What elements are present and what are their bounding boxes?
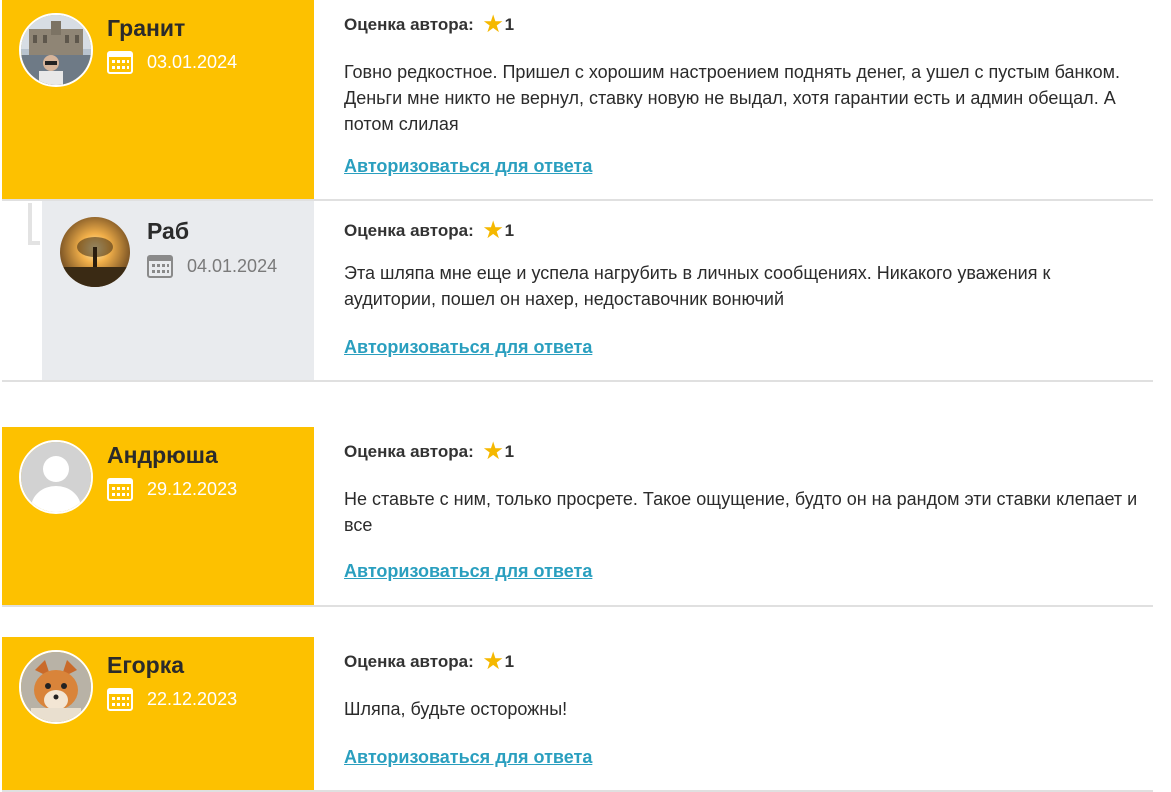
calendar-icon bbox=[107, 687, 133, 711]
author-name: Андрюша bbox=[107, 442, 218, 468]
comment-text: Эта шляпа мне еще и успела нагрубить в л… bbox=[344, 263, 1051, 309]
author-panel: Андрюша 29.12.2023 bbox=[2, 427, 314, 605]
avatar[interactable] bbox=[60, 217, 130, 287]
avatar[interactable] bbox=[19, 440, 93, 514]
comment-text: Шляпа, будьте осторожны! bbox=[344, 699, 568, 719]
author-name: Гранит bbox=[107, 15, 186, 41]
rating-value: 1 bbox=[504, 441, 515, 461]
rating-label: Оценка автора: bbox=[344, 441, 474, 461]
comment-text: Говно редкостное. Пришел с хорошим настр… bbox=[344, 62, 1120, 134]
avatar[interactable] bbox=[19, 650, 93, 724]
author-rating: Оценка автора: ★ 1 bbox=[344, 14, 514, 35]
login-to-reply-link[interactable]: Авторизоваться для ответа bbox=[344, 561, 592, 582]
star-icon: ★ bbox=[483, 440, 503, 463]
date-text: 04.01.2024 bbox=[187, 255, 278, 276]
date-text: 22.12.2023 bbox=[147, 688, 238, 709]
author-name: Егорка bbox=[107, 652, 185, 678]
author-panel: Егорка 22.12.2023 bbox=[2, 637, 314, 790]
comment-date: 04.01.2024 bbox=[147, 254, 277, 278]
rating-label: Оценка автора: bbox=[344, 651, 474, 671]
star-icon: ★ bbox=[483, 13, 503, 36]
author-panel: Гранит 03.01.2024 bbox=[2, 0, 314, 199]
rating-value: 1 bbox=[504, 14, 515, 34]
date-text: 29.12.2023 bbox=[147, 478, 238, 499]
rating-value: 1 bbox=[504, 651, 515, 671]
star-icon: ★ bbox=[483, 650, 503, 673]
comment: Егорка 22.12.2023 Оценка автора: ★ 1 Шля… bbox=[2, 637, 1153, 792]
star-icon: ★ bbox=[483, 219, 503, 242]
rating-label: Оценка автора: bbox=[344, 14, 474, 34]
comment: Андрюша 29.12.2023 Оценка автора: ★ 1 Не… bbox=[2, 427, 1153, 607]
comment-date: 03.01.2024 bbox=[107, 50, 237, 74]
comment-date: 29.12.2023 bbox=[107, 477, 237, 501]
author-panel: Раб 04.01.2024 bbox=[42, 201, 314, 380]
comment: Гранит 03.01.2024 Оценка автора: ★ 1 Гов… bbox=[2, 0, 1153, 201]
calendar-icon bbox=[107, 477, 133, 501]
author-rating: Оценка автора: ★ 1 bbox=[344, 220, 514, 241]
reply-comment: Раб 04.01.2024 Оценка автора: ★ 1 Эта шл… bbox=[2, 201, 1153, 382]
login-to-reply-link[interactable]: Авторизоваться для ответа bbox=[344, 156, 592, 177]
comment-date: 22.12.2023 bbox=[107, 687, 237, 711]
author-rating: Оценка автора: ★ 1 bbox=[344, 651, 514, 672]
date-text: 03.01.2024 bbox=[147, 51, 238, 72]
calendar-icon bbox=[147, 254, 173, 278]
login-to-reply-link[interactable]: Авторизоваться для ответа bbox=[344, 337, 592, 358]
rating-label: Оценка автора: bbox=[344, 220, 474, 240]
calendar-icon bbox=[107, 50, 133, 74]
author-name: Раб bbox=[147, 218, 190, 244]
avatar[interactable] bbox=[19, 13, 93, 87]
author-rating: Оценка автора: ★ 1 bbox=[344, 441, 514, 462]
comment-text: Не ставьте с ним, только просрете. Такое… bbox=[344, 489, 1138, 535]
rating-value: 1 bbox=[504, 220, 515, 240]
login-to-reply-link[interactable]: Авторизоваться для ответа bbox=[344, 747, 592, 768]
